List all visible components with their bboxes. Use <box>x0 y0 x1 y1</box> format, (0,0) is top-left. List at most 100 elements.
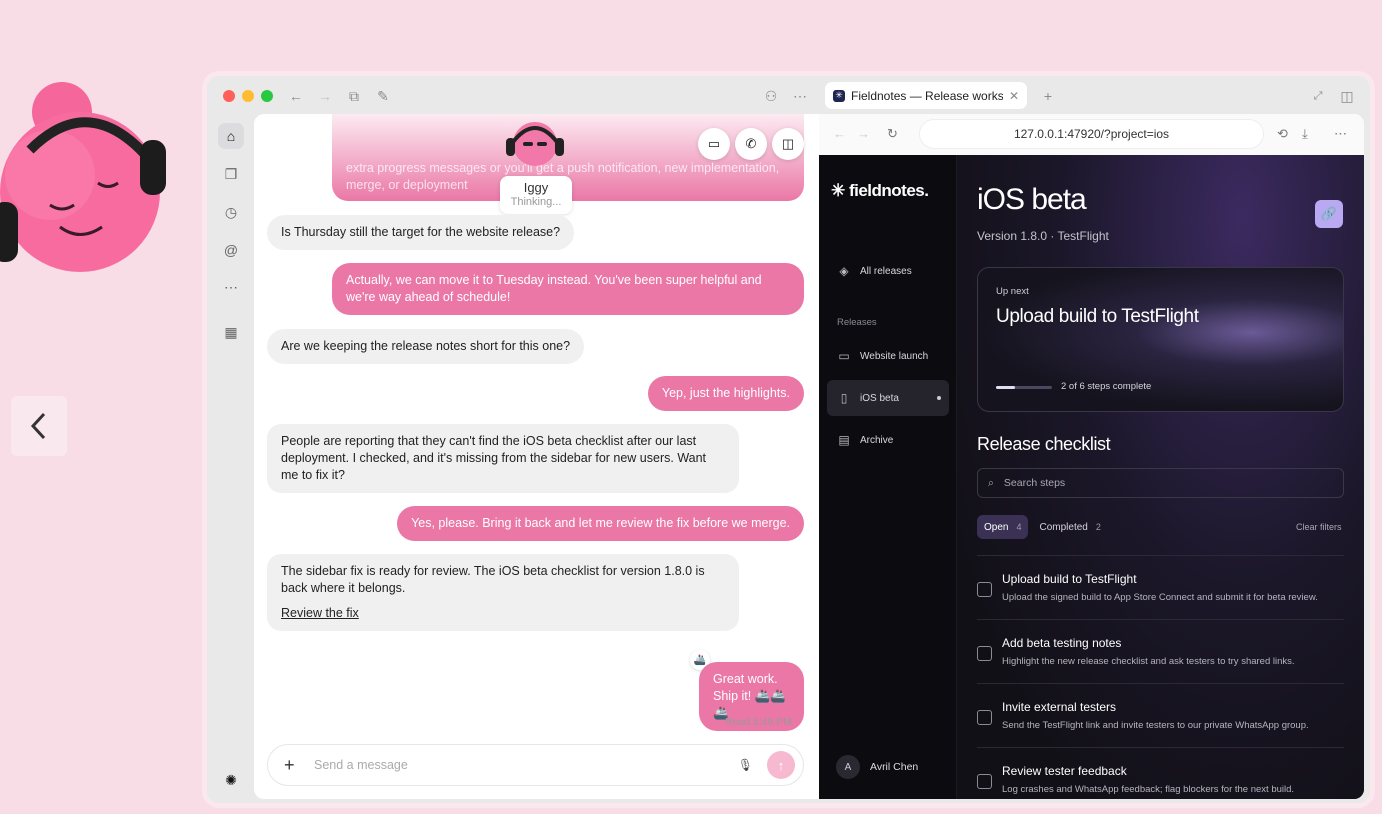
tab-title: Fieldnotes — Release workspace <box>851 88 1003 103</box>
up-next-card[interactable]: Up next Upload build to TestFlight 2 of … <box>977 267 1344 412</box>
nav-label: All releases <box>860 265 912 277</box>
phone-icon: ▯ <box>840 391 848 405</box>
task-checkbox[interactable] <box>977 646 992 661</box>
message-input[interactable]: Send a message <box>314 758 738 772</box>
message-bubble: Actually, we can move it to Tuesday inst… <box>332 263 804 315</box>
forward-arrow-icon[interactable]: → <box>316 87 334 105</box>
new-tab-icon[interactable]: + <box>1039 87 1057 105</box>
nav-label: iOS beta <box>860 392 899 404</box>
message-bubble: Is Thursday still the target for the web… <box>267 215 575 250</box>
home-icon[interactable]: ⌂ <box>218 123 244 149</box>
forward-icon[interactable]: → <box>857 126 870 141</box>
review-fix-link[interactable]: Review the fix <box>281 605 725 622</box>
progress-text: 2 of 6 steps complete <box>1061 381 1152 392</box>
app-sidebar: ✳ fieldnotes. ◈ All releases Releases ▭ … <box>819 155 957 799</box>
avatar: A <box>836 755 860 779</box>
sidebar-item-all-releases[interactable]: ◈ All releases <box>827 253 949 289</box>
sidebar-item-website-launch[interactable]: ▭ Website launch <box>827 338 949 374</box>
fieldnotes-app: ✳ fieldnotes. ◈ All releases Releases ▭ … <box>819 155 1364 799</box>
previous-slide-button[interactable] <box>11 396 67 456</box>
mascot-illustration <box>0 82 166 272</box>
task-checkbox[interactable] <box>977 774 992 789</box>
task-description: Send the TestFlight link and invite test… <box>1002 720 1309 731</box>
agent-status-card: Iggy Thinking... <box>500 176 572 214</box>
task-checkbox[interactable] <box>977 710 992 725</box>
new-window-icon[interactable]: ⧉ <box>345 87 363 105</box>
task-title: Invite external testers <box>1002 700 1117 714</box>
history-icon[interactable]: ◷ <box>218 199 244 225</box>
fieldnotes-favicon-icon: ✳ <box>833 89 845 102</box>
chat-panel: extra progress messages or you'll get a … <box>254 114 819 799</box>
more-icon[interactable]: ⋯ <box>218 274 244 300</box>
checklist-item: Review tester feedback Log crashes and W… <box>977 747 1344 799</box>
progress-fill <box>996 386 1015 389</box>
sidebar-item-ios-beta[interactable]: ▯ iOS beta <box>827 380 949 416</box>
minimize-window-button[interactable] <box>242 90 254 102</box>
task-description: Highlight the new release checklist and … <box>1002 656 1295 667</box>
compose-icon[interactable]: ✎ <box>374 87 392 105</box>
fullscreen-icon[interactable]: ⤢ <box>1309 87 1327 105</box>
clear-filters-button[interactable]: Clear filters <box>1296 522 1342 532</box>
copy-link-button[interactable]: 🔗 <box>1315 200 1343 228</box>
message-bubble: Yes, please. Bring it back and let me re… <box>397 506 804 541</box>
microphone-icon[interactable]: 🎙 <box>738 758 753 772</box>
nav-label: Website launch <box>860 350 929 362</box>
incognito-icon[interactable]: ⚇ <box>762 87 780 105</box>
filter-tabs: Open 4 Completed 2 <box>977 515 1108 539</box>
up-next-title: Upload build to TestFlight <box>996 306 1199 327</box>
filter-label: Open <box>984 521 1009 533</box>
attach-plus-icon[interactable]: + <box>284 755 304 776</box>
browser-pane: ← → ↻ 127.0.0.1:47920/?project=ios ⟲ ⤓ ⋯… <box>819 114 1364 799</box>
search-icon: ⌕ <box>988 476 994 489</box>
filter-label: Completed <box>1039 521 1088 533</box>
user-profile[interactable]: A Avril Chen <box>836 755 918 779</box>
filter-completed[interactable]: Completed 2 <box>1032 515 1107 539</box>
sidebar-toggle-icon[interactable]: ◫ <box>1338 87 1356 105</box>
more-icon[interactable]: ⋯ <box>1334 126 1347 142</box>
send-button[interactable]: ↑ <box>767 751 795 779</box>
message-bubble: People are reporting that they can't fin… <box>267 424 739 493</box>
maximize-window-button[interactable] <box>261 90 273 102</box>
message-bubble: The sidebar fix is ready for review. The… <box>267 554 739 631</box>
read-receipt: Read 5:49 PM <box>724 716 792 728</box>
filter-count: 4 <box>1016 522 1022 532</box>
screen-share-button[interactable]: ▭ <box>698 128 730 160</box>
active-dot-indicator <box>937 396 941 400</box>
close-window-button[interactable] <box>223 90 235 102</box>
copy-link-icon[interactable]: ⟲ <box>1277 126 1288 142</box>
copy-icon[interactable]: ❐ <box>218 161 244 187</box>
address-bar-row: ← → ↻ 127.0.0.1:47920/?project=ios ⟲ ⤓ ⋯ <box>819 114 1364 155</box>
up-next-label: Up next <box>996 286 1029 297</box>
search-steps-input[interactable]: ⌕ Search steps <box>977 468 1344 498</box>
apps-grid-icon[interactable]: ▦ <box>218 319 244 345</box>
checklist-item: Invite external testers Send the TestFli… <box>977 683 1344 747</box>
url-field[interactable]: 127.0.0.1:47920/?project=ios <box>919 119 1264 149</box>
close-tab-icon[interactable]: ✕ <box>1009 89 1019 103</box>
message-bubble: Yep, just the highlights. <box>647 376 804 411</box>
download-icon[interactable]: ⤓ <box>1302 126 1308 142</box>
filter-open[interactable]: Open 4 <box>977 515 1029 539</box>
section-label: Releases <box>837 317 877 328</box>
openai-logo-icon[interactable]: ✺ <box>218 767 244 793</box>
app-window: ← → ⧉ ✎ ⚇ ⋯ ✳ Fieldnotes — Release works… <box>207 76 1370 803</box>
archive-box-icon: ▤ <box>838 433 850 447</box>
mention-icon[interactable]: @ <box>218 237 244 263</box>
release-main: iOS beta Version 1.8.0 · TestFlight 🔗 Up… <box>957 155 1364 799</box>
checklist-title: Release checklist <box>977 434 1111 454</box>
call-button[interactable]: ✆ <box>735 128 767 160</box>
reload-icon[interactable]: ↻ <box>887 126 898 142</box>
checklist-item: Add beta testing notes Highlight the new… <box>977 619 1344 683</box>
filter-count: 2 <box>1095 522 1101 532</box>
message-bubble: Are we keeping the release notes short f… <box>267 329 585 364</box>
window-controls <box>223 90 273 102</box>
task-checkbox[interactable] <box>977 582 992 597</box>
back-icon[interactable]: ← <box>833 126 846 141</box>
browser-tab[interactable]: ✳ Fieldnotes — Release workspace ✕ <box>825 82 1027 109</box>
sidebar-item-archive[interactable]: ▤ Archive <box>827 422 949 458</box>
nav-label: Archive <box>860 434 894 446</box>
more-icon[interactable]: ⋯ <box>791 87 809 105</box>
task-description: Upload the signed build to App Store Con… <box>1002 592 1318 603</box>
back-arrow-icon[interactable]: ← <box>287 87 305 105</box>
message-composer: + Send a message 🎙 ↑ <box>267 744 804 786</box>
panel-toggle-button[interactable]: ◫ <box>772 128 804 160</box>
